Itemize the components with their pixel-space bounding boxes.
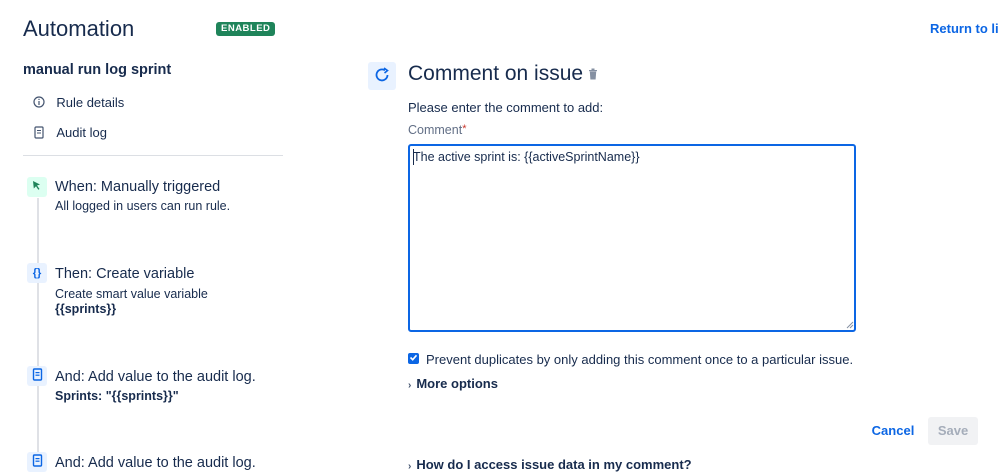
instruction-text: Please enter the comment to add: <box>408 100 604 115</box>
more-options-toggle[interactable]: › More options <box>408 376 498 391</box>
prevent-duplicates-label: Prevent duplicates by only adding this c… <box>426 352 854 367</box>
comment-textarea-value: The active sprint is: {{activeSprintName… <box>413 150 640 164</box>
return-to-list-link[interactable]: Return to lis <box>930 21 998 36</box>
sidebar-item-rule-details[interactable]: Rule details <box>33 95 124 110</box>
step-create-variable-detail: {{sprints}} <box>55 302 117 316</box>
sidebar-item-label: Rule details <box>56 95 125 110</box>
chevron-right-icon: › <box>408 380 412 391</box>
more-options-label: More options <box>416 376 498 391</box>
step-audit-log-title[interactable]: And: Add value to the audit log. <box>55 369 256 385</box>
save-button[interactable]: Save <box>928 417 978 445</box>
rule-timeline-line <box>37 198 39 470</box>
trash-icon[interactable] <box>588 68 598 83</box>
sidebar-divider <box>23 155 283 156</box>
step-audit-log-detail: Sprints: "{{sprints}}" <box>55 389 179 403</box>
sidebar-item-audit-log[interactable]: Audit log <box>33 125 107 140</box>
step-audit-log-title-2[interactable]: And: Add value to the audit log. <box>55 455 256 471</box>
document-icon <box>33 126 48 140</box>
rule-name: manual run log sprint <box>23 62 172 78</box>
comment-action-icon <box>368 62 396 90</box>
sidebar-item-label: Audit log <box>56 125 107 140</box>
action-title: Comment on issue <box>408 62 584 85</box>
chevron-right-icon: › <box>408 461 412 472</box>
text-caret <box>413 149 414 165</box>
required-marker: * <box>462 123 467 135</box>
step-create-variable-subtitle: Create smart value variable <box>55 287 208 301</box>
cancel-button[interactable]: Cancel <box>866 418 920 444</box>
comment-textarea[interactable] <box>408 144 856 332</box>
comment-field-label: Comment* <box>408 123 466 137</box>
step-trigger-subtitle: All logged in users can run rule. <box>55 199 231 213</box>
resize-handle-icon[interactable] <box>846 321 854 331</box>
status-badge: ENABLED <box>216 22 276 36</box>
document-icon <box>27 452 47 472</box>
info-icon <box>33 96 48 110</box>
step-create-variable-title[interactable]: Then: Create variable <box>55 266 194 282</box>
document-icon <box>27 366 47 386</box>
curly-braces-icon: {} <box>27 263 47 283</box>
step-trigger-title[interactable]: When: Manually triggered <box>55 179 220 195</box>
cursor-click-icon <box>27 177 47 197</box>
comment-label-text: Comment <box>408 123 463 137</box>
prevent-duplicates-checkbox[interactable] <box>408 353 419 364</box>
page-title: Automation <box>23 16 135 41</box>
